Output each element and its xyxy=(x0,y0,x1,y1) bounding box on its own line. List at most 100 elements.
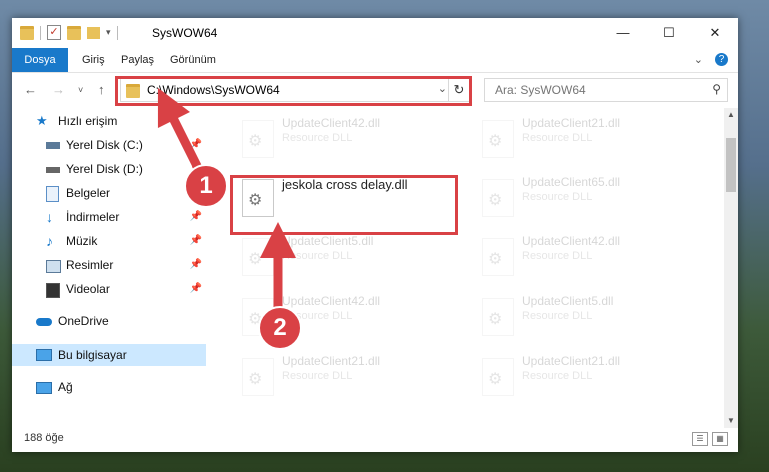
file-type: Resource DLL xyxy=(522,250,593,262)
drive-icon xyxy=(46,167,60,173)
step-badge-1: 1 xyxy=(184,164,228,208)
new-folder-icon[interactable] xyxy=(67,25,81,40)
details-view-icon[interactable]: ☰ xyxy=(692,432,708,446)
file-item[interactable]: ⚙ UpdateClient21.dll Resource DLL xyxy=(232,354,472,410)
music-icon: ♪ xyxy=(46,233,53,249)
sidebar-item-local-disk-d[interactable]: Yerel Disk (D:) 📌 xyxy=(12,158,206,180)
vertical-scrollbar[interactable]: ▲ ▼ xyxy=(724,108,738,428)
tab-home[interactable]: Giriş xyxy=(82,48,105,72)
file-type: Resource DLL xyxy=(282,250,353,262)
forward-arrow-icon[interactable]: → xyxy=(52,82,65,97)
sidebar-item-label: Videolar xyxy=(66,282,110,296)
search-box[interactable]: ⚲ xyxy=(484,78,728,102)
file-type: Resource DLL xyxy=(282,370,353,382)
sidebar-item-label: Yerel Disk (C:) xyxy=(66,138,143,152)
cloud-icon xyxy=(36,318,52,326)
maximize-button[interactable]: ☐ xyxy=(646,18,692,48)
expand-ribbon-icon[interactable]: ⌄ xyxy=(694,53,703,66)
search-icon[interactable]: ⚲ xyxy=(712,82,721,96)
videos-icon xyxy=(46,283,60,298)
up-arrow-icon[interactable]: ↑ xyxy=(98,82,105,97)
address-bar-highlight xyxy=(115,76,472,106)
recent-locations-chevron-icon[interactable]: ˅ xyxy=(78,85,83,95)
star-icon: ★ xyxy=(36,113,48,128)
sidebar-item-label: Ağ xyxy=(58,380,73,394)
sidebar-item-this-pc[interactable]: Bu bilgisayar xyxy=(12,344,206,366)
sidebar-item-label: Belgeler xyxy=(66,186,111,200)
sidebar-item-videos[interactable]: Videolar 📌 xyxy=(12,278,206,300)
toolbar-separator xyxy=(40,25,41,40)
sidebar-item-label: Yerel Disk (D:) xyxy=(66,162,143,176)
customize-icon[interactable] xyxy=(87,26,100,39)
pin-icon[interactable]: 📌 xyxy=(190,230,202,252)
tab-file[interactable]: Dosya xyxy=(12,48,68,72)
sidebar-item-downloads[interactable]: ↓ İndirmeler 📌 xyxy=(12,206,206,228)
properties-check-icon[interactable]: ✓ xyxy=(47,25,61,40)
pin-icon[interactable]: 📌 xyxy=(190,206,202,228)
sidebar-item-quick-access[interactable]: ★ Hızlı erişim xyxy=(12,110,206,132)
scroll-thumb[interactable] xyxy=(726,138,736,192)
sidebar-item-documents[interactable]: Belgeler 📌 xyxy=(12,182,206,204)
file-item[interactable]: ⚙ UpdateClient5.dll Resource DLL xyxy=(472,294,712,350)
drive-icon xyxy=(46,142,60,149)
large-icons-view-icon[interactable]: ▦ xyxy=(712,432,728,446)
file-list: ⚙ UpdateClient42.dll Resource DLL ⚙ jesk… xyxy=(208,108,724,428)
file-highlight xyxy=(230,175,458,235)
dll-file-icon: ⚙ xyxy=(482,238,514,276)
dll-file-icon: ⚙ xyxy=(482,179,514,217)
toolbar-separator xyxy=(116,25,118,40)
file-name: UpdateClient21.dll xyxy=(522,354,621,368)
documents-icon xyxy=(46,186,59,202)
ribbon-tabs: Dosya Giriş Paylaş Görünüm ⌄ ? xyxy=(12,48,738,73)
close-button[interactable]: ✕ xyxy=(692,18,738,48)
dll-file-icon: ⚙ xyxy=(482,120,514,158)
file-type: Resource DLL xyxy=(522,310,593,322)
file-item[interactable]: ⚙ UpdateClient21.dll Resource DLL xyxy=(472,116,712,172)
pin-icon[interactable]: 📌 xyxy=(190,254,202,276)
pin-icon[interactable]: 📌 xyxy=(190,278,202,300)
help-icon[interactable]: ? xyxy=(715,53,728,66)
window-title: SysWOW64 xyxy=(152,26,218,40)
quick-access-toolbar: ✓ ▾ xyxy=(20,25,118,40)
file-name: UpdateClient21.dll xyxy=(522,116,621,130)
file-type: Resource DLL xyxy=(522,132,593,144)
file-name: UpdateClient42.dll xyxy=(522,234,621,248)
tab-view[interactable]: Görünüm xyxy=(170,48,216,72)
file-item[interactable]: ⚙ UpdateClient42.dll Resource DLL xyxy=(472,234,712,290)
folder-icon[interactable] xyxy=(20,25,34,40)
file-name: UpdateClient21.dll xyxy=(282,354,381,368)
sidebar-item-label: İndirmeler xyxy=(66,210,120,224)
view-toggle: ☰ ▦ xyxy=(692,432,728,446)
scroll-down-icon[interactable]: ▼ xyxy=(724,414,738,428)
dll-file-icon: ⚙ xyxy=(482,358,514,396)
pin-icon[interactable]: 📌 xyxy=(190,134,202,156)
file-item[interactable]: ⚙ UpdateClient65.dll Resource DLL xyxy=(472,175,712,231)
file-type: Resource DLL xyxy=(522,191,593,203)
dll-file-icon: ⚙ xyxy=(482,298,514,336)
tab-share[interactable]: Paylaş xyxy=(121,48,154,72)
sidebar-item-label: Resimler xyxy=(66,258,114,272)
navigation-pane: ★ Hızlı erişim Yerel Disk (C:) 📌 Yerel D… xyxy=(12,108,206,428)
file-item[interactable]: ⚙ UpdateClient5.dll Resource DLL xyxy=(232,234,472,290)
downloads-icon: ↓ xyxy=(46,209,53,225)
title-bar: ✓ ▾ SysWOW64 — ☐ ✕ xyxy=(12,18,738,48)
sidebar-item-label: Bu bilgisayar xyxy=(58,348,127,362)
network-icon xyxy=(36,382,52,394)
step-badge-2: 2 xyxy=(258,306,302,350)
sidebar-item-pictures[interactable]: Resimler 📌 xyxy=(12,254,206,276)
search-input[interactable] xyxy=(493,82,697,98)
minimize-button[interactable]: — xyxy=(600,18,646,48)
sidebar-item-label: Müzik xyxy=(66,234,98,248)
sidebar-item-network[interactable]: Ağ xyxy=(12,376,206,398)
file-item[interactable]: ⚙ UpdateClient42.dll Resource DLL xyxy=(232,116,472,172)
scroll-up-icon[interactable]: ▲ xyxy=(724,108,738,122)
file-item[interactable]: ⚙ UpdateClient21.dll Resource DLL xyxy=(472,354,712,410)
dll-file-icon: ⚙ xyxy=(242,120,274,158)
sidebar-item-onedrive[interactable]: OneDrive xyxy=(12,310,206,332)
back-arrow-icon[interactable]: ← xyxy=(24,82,37,97)
sidebar-item-music[interactable]: ♪ Müzik 📌 xyxy=(12,230,206,252)
chevron-down-icon[interactable]: ▾ xyxy=(106,27,111,38)
file-name: UpdateClient5.dll xyxy=(282,234,374,248)
sidebar-item-local-disk-c[interactable]: Yerel Disk (C:) 📌 xyxy=(12,134,206,156)
dll-file-icon: ⚙ xyxy=(242,238,274,276)
